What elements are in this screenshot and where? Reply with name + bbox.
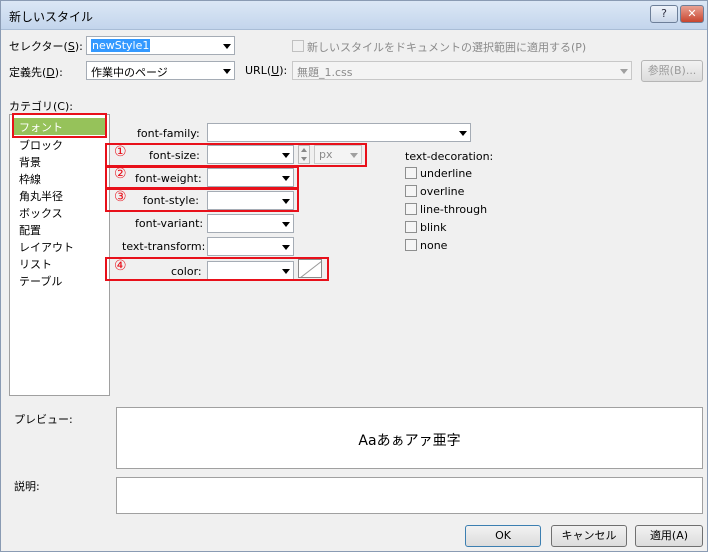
chevron-down-icon	[282, 245, 290, 250]
overline-checkbox[interactable]	[405, 185, 417, 197]
preview-label: プレビュー:	[14, 413, 73, 426]
line-through-label: line-through	[420, 203, 488, 216]
apply-to-selection-label: 新しいスタイルをドキュメントの選択範囲に適用する(P)	[307, 41, 587, 54]
underline-label: underline	[420, 167, 473, 180]
chevron-down-icon	[282, 222, 290, 227]
none-label: none	[420, 239, 448, 252]
none-checkbox[interactable]	[405, 239, 417, 251]
category-label: カテゴリ(C):	[9, 100, 73, 113]
font-style-highlight-box	[105, 188, 299, 212]
color-highlight-box	[105, 257, 329, 281]
define-in-combo[interactable]: 作業中のページ	[86, 61, 235, 80]
window-title: 新しいスタイル	[9, 10, 94, 24]
close-icon: ✕	[687, 7, 697, 20]
selector-label: セレクター(S):	[9, 40, 83, 53]
url-value: 無題_1.css	[297, 66, 353, 79]
category-item-background[interactable]: 背景	[19, 154, 41, 170]
underline-checkbox[interactable]	[405, 167, 417, 179]
category-item-border-radius[interactable]: 角丸半径	[19, 188, 63, 204]
line-through-checkbox[interactable]	[405, 203, 417, 215]
text-transform-label: text-transform:	[122, 240, 206, 253]
description-panel	[116, 477, 703, 514]
category-list[interactable]: フォント ブロック 背景 枠線 角丸半径 ボックス 配置 レイアウト リスト テ…	[9, 114, 110, 396]
define-in-value: 作業中のページ	[91, 66, 168, 79]
text-decoration-label: text-decoration:	[405, 150, 494, 163]
category-item-box[interactable]: ボックス	[19, 205, 63, 221]
browse-button[interactable]: 参照(B)...	[641, 60, 703, 82]
category-item-block[interactable]: ブロック	[19, 137, 63, 153]
preview-panel: Aaあぁアァ亜字	[116, 407, 703, 469]
chevron-down-icon	[620, 69, 628, 74]
url-label: URL(U):	[245, 64, 288, 77]
apply-button[interactable]: 適用(A)	[635, 525, 703, 547]
define-in-label: 定義先(D):	[9, 66, 63, 79]
blink-checkbox[interactable]	[405, 221, 417, 233]
text-transform-combo[interactable]	[207, 237, 294, 256]
font-family-combo[interactable]	[207, 123, 471, 142]
help-button[interactable]: ?	[650, 5, 678, 23]
overline-label: overline	[420, 185, 465, 198]
cancel-button[interactable]: キャンセル	[551, 525, 627, 547]
category-item-list[interactable]: リスト	[19, 256, 52, 272]
category-item-border[interactable]: 枠線	[19, 171, 41, 187]
chevron-down-icon	[459, 131, 467, 136]
chevron-down-icon	[223, 69, 231, 74]
apply-to-selection-checkbox[interactable]	[292, 40, 304, 52]
blink-label: blink	[420, 221, 447, 234]
selector-combo[interactable]: newStyle1	[86, 36, 235, 55]
category-item-position[interactable]: 配置	[19, 222, 41, 238]
close-button[interactable]: ✕	[680, 5, 704, 23]
category-highlight-box	[12, 113, 107, 138]
url-combo[interactable]: 無題_1.css	[292, 61, 632, 80]
new-style-dialog: 新しいスタイル ? ✕ セレクター(S): newStyle1 新しいスタイルを…	[0, 0, 708, 552]
font-size-highlight-box	[105, 143, 367, 167]
font-weight-highlight-box	[105, 166, 299, 189]
selector-value: newStyle1	[91, 39, 151, 52]
category-item-table[interactable]: テーブル	[19, 273, 62, 289]
category-item-layout[interactable]: レイアウト	[19, 239, 74, 255]
preview-sample-text: Aaあぁアァ亜字	[358, 433, 461, 449]
ok-button[interactable]: OK	[465, 525, 541, 547]
chevron-down-icon	[223, 44, 231, 49]
help-icon: ?	[661, 7, 667, 20]
font-variant-label: font-variant:	[135, 217, 204, 230]
font-variant-combo[interactable]	[207, 214, 294, 233]
description-label: 説明:	[14, 480, 40, 493]
title-bar[interactable]: 新しいスタイル ? ✕	[1, 1, 707, 30]
font-family-label: font-family:	[137, 127, 200, 140]
